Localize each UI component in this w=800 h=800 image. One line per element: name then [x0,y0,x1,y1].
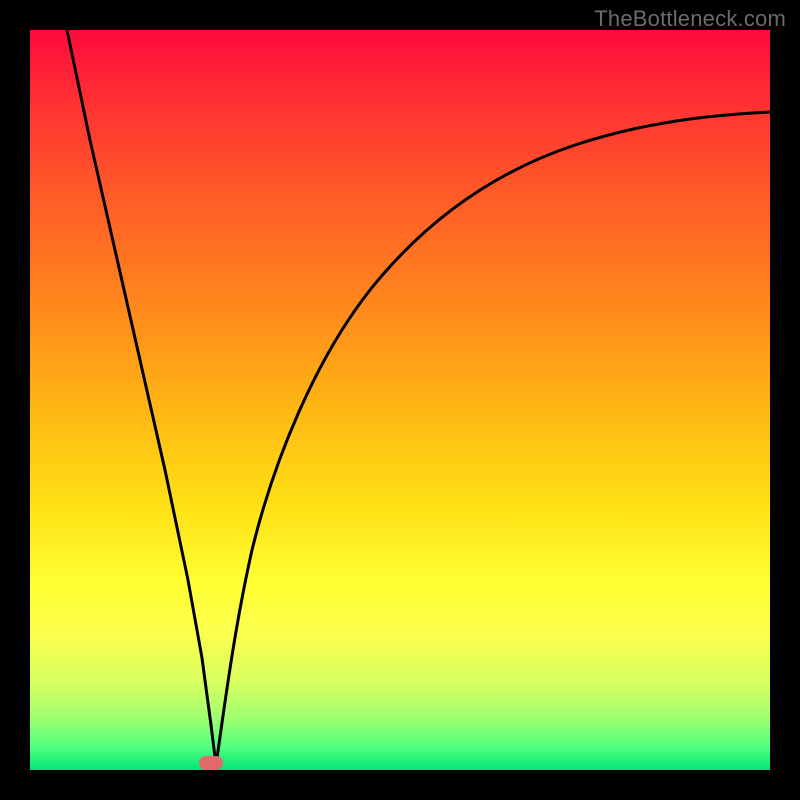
curve-left-branch [67,30,216,765]
watermark-text: TheBottleneck.com [594,6,786,32]
bottleneck-curve [30,30,770,770]
plot-area [30,30,770,770]
optimal-marker [199,756,223,770]
chart-frame: TheBottleneck.com [0,0,800,800]
curve-right-branch [216,112,770,765]
